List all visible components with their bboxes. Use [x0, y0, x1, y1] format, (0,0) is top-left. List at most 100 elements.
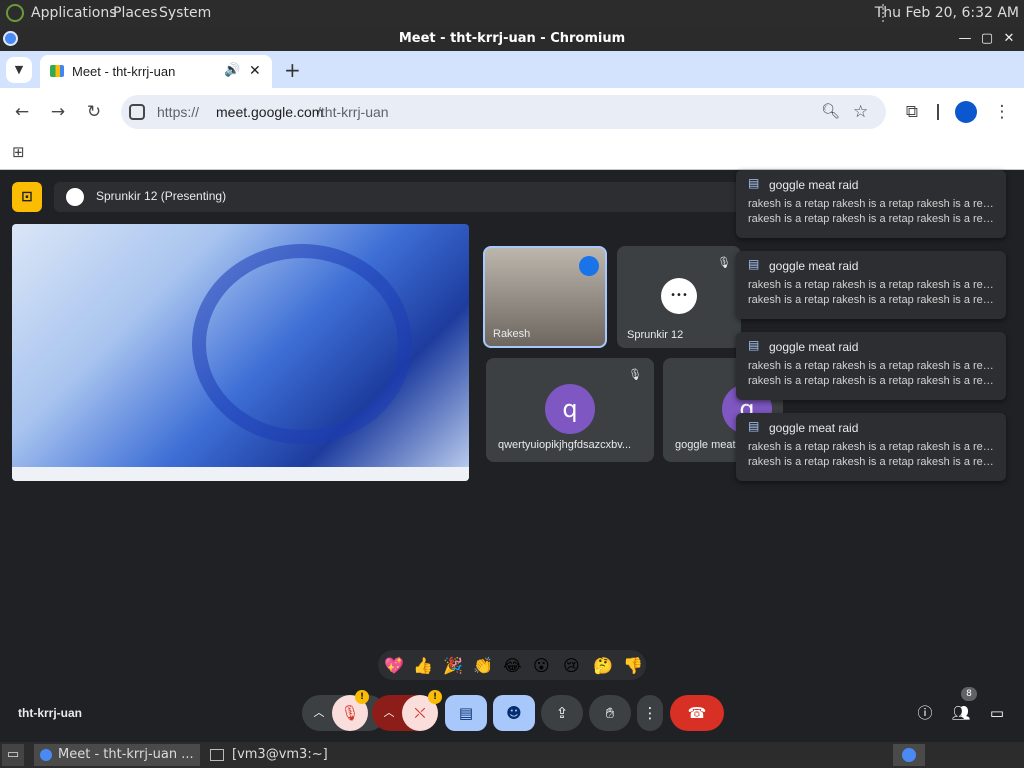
reaction-party[interactable]: 🎉: [443, 656, 463, 675]
presenting-label: Sprunkir 12 (Presenting): [96, 189, 227, 203]
reload-icon[interactable]: ↻: [82, 100, 106, 124]
shared-taskbar: [12, 467, 469, 481]
tab-meet[interactable]: Meet - tht-krrj-uan 🔊 ✕: [40, 55, 272, 88]
speaker-icon[interactable]: 🔊: [224, 62, 240, 78]
tile-qwerty[interactable]: q 🎙︎ qwertyuiopikjhgfdsazcxbv...: [486, 358, 654, 462]
gnome-top-panel: Applications Places System Thu Feb 20, 6…: [0, 0, 1024, 27]
reaction-thumbs-down[interactable]: 👎: [623, 656, 643, 675]
chromium-small-icon: [40, 748, 52, 761]
mic-off-icon: 🎙︎: [628, 368, 642, 381]
more-options-icon[interactable]: ⋮: [637, 695, 663, 731]
gnome-logo-icon[interactable]: [6, 4, 24, 22]
reaction-thinking[interactable]: 🤔: [593, 656, 613, 675]
shared-screen[interactable]: [12, 224, 469, 481]
tile-rakesh[interactable]: Rakesh: [483, 246, 607, 348]
tile-name: Rakesh: [493, 328, 531, 340]
captions-icon[interactable]: ▤: [445, 695, 487, 731]
notif-line: rakesh is a retap rakesh is a retap rake…: [748, 375, 996, 387]
tile-name: Sprunkir 12: [627, 329, 684, 341]
tile-name: qwertyuiopikjhgfdsazcxbv...: [498, 439, 632, 451]
chat-notification[interactable]: ▤ goggle meat raid rakesh is a retap rak…: [736, 251, 1006, 319]
emoji-icon[interactable]: ☻: [493, 695, 535, 731]
notif-line: rakesh is a retap rakesh is a retap rake…: [748, 456, 996, 468]
notif-line: rakesh is a retap rakesh is a retap rake…: [748, 279, 996, 291]
speaking-icon: [579, 256, 599, 276]
site-settings-icon[interactable]: [129, 104, 145, 120]
presenter-avatar: [66, 188, 84, 206]
meet-main: ⊡ Sprunkir 12 (Presenting) Rakesh ••• 🎙︎…: [0, 170, 1024, 742]
reaction-heart[interactable]: 💖: [384, 656, 404, 675]
maximize-icon[interactable]: ▢: [976, 27, 998, 51]
chromium-icon: [3, 31, 18, 46]
tile-name: goggle meat: [675, 439, 736, 451]
menu-kebab-icon[interactable]: ⋮: [990, 100, 1014, 124]
chat-notification[interactable]: ▤ goggle meat raid rakesh is a retap rak…: [736, 170, 1006, 238]
reaction-clap[interactable]: 👏: [473, 656, 493, 675]
mic-options-chevron-icon[interactable]: ︿: [306, 695, 332, 731]
tab-search-icon[interactable]: ▼: [6, 57, 32, 83]
menu-applications[interactable]: Applications: [31, 5, 117, 21]
bookmark-star-icon[interactable]: ☆: [853, 95, 868, 129]
back-icon[interactable]: ←: [10, 100, 34, 124]
taskbar-terminal[interactable]: [vm3@vm3:~]: [206, 744, 376, 766]
layout-icon[interactable]: ⊡: [12, 182, 42, 212]
end-call-icon[interactable]: ☎︎: [670, 695, 724, 731]
gnome-taskbar: ▭ Meet - tht-krrj-uan ... [vm3@vm3:~]: [0, 742, 1024, 768]
forward-icon[interactable]: →: [46, 100, 70, 124]
new-tab-icon[interactable]: +: [284, 58, 301, 82]
tile-sprunkir[interactable]: ••• 🎙︎ Sprunkir 12: [617, 246, 741, 348]
workspace-app-icon: [902, 747, 916, 762]
chat-icon: ▤: [748, 176, 760, 190]
url-host: meet.google.com: [216, 104, 324, 120]
meet-favicon-icon: [50, 65, 64, 77]
notif-line: rakesh is a retap rakesh is a retap rake…: [748, 441, 996, 453]
reaction-thumbs-up[interactable]: 👍: [413, 656, 433, 675]
close-window-icon[interactable]: ✕: [998, 27, 1020, 51]
chat-notification[interactable]: ▤ goggle meat raid rakesh is a retap rak…: [736, 332, 1006, 400]
workspace-switcher-icon[interactable]: [893, 744, 925, 766]
tab-strip: ▼ Meet - tht-krrj-uan 🔊 ✕ +: [0, 51, 1024, 88]
camera-options-chevron-icon[interactable]: ︿: [376, 695, 402, 731]
panel-clock[interactable]: Thu Feb 20, 6:32 AM: [875, 5, 1019, 21]
taskbar-meet[interactable]: Meet - tht-krrj-uan ...: [34, 744, 200, 766]
reaction-laugh[interactable]: 😂: [503, 656, 522, 675]
notif-title: goggle meat raid: [769, 340, 859, 354]
reaction-sad[interactable]: 😢: [563, 656, 580, 675]
notif-line: rakesh is a retap rakesh is a retap rake…: [748, 213, 996, 225]
profile-icon[interactable]: [955, 101, 977, 123]
bookmarks-bar: ⊞: [0, 136, 1024, 170]
notif-line: rakesh is a retap rakesh is a retap rake…: [748, 360, 996, 372]
reaction-surprised[interactable]: 😮: [533, 656, 550, 675]
apps-grid-icon[interactable]: ⊞: [12, 143, 25, 161]
chat-panel-icon[interactable]: ▭: [984, 695, 1010, 731]
notif-title: goggle meat raid: [769, 259, 859, 273]
window-controls: — ▢ ✕: [954, 27, 1020, 51]
warning-icon: !: [355, 690, 369, 704]
extensions-icon[interactable]: ⧉: [900, 100, 924, 124]
mic-off-icon: 🎙︎: [717, 256, 731, 269]
warning-icon: !: [428, 690, 442, 704]
meeting-info-icon[interactable]: ⓘ: [912, 695, 938, 731]
tile-avatar: q: [545, 384, 595, 434]
menu-system[interactable]: System: [159, 5, 211, 21]
toolbar-divider: [937, 104, 939, 120]
url-scheme: https://: [157, 104, 200, 120]
browser-toolbar: ← → ↻ https:// meet.google.com /tht-krrj…: [0, 88, 1024, 136]
notif-title: goggle meat raid: [769, 178, 859, 192]
tile-avatar: •••: [661, 278, 697, 314]
chat-notification[interactable]: ▤ goggle meat raid rakesh is a retap rak…: [736, 413, 1006, 481]
notif-line: rakesh is a retap rakesh is a retap rake…: [748, 294, 996, 306]
address-bar[interactable]: https:// meet.google.com /tht-krrj-uan 🔍…: [121, 95, 886, 129]
close-tab-icon[interactable]: ✕: [249, 62, 261, 79]
raise-hand-icon[interactable]: ✋︎: [589, 695, 631, 731]
chat-icon: ▤: [748, 419, 760, 433]
present-screen-icon[interactable]: ⇪: [541, 695, 583, 731]
window-title: Meet - tht-krrj-uan - Chromium: [0, 27, 1024, 51]
menu-places[interactable]: Places: [113, 5, 158, 21]
notif-line: rakesh is a retap rakesh is a retap rake…: [748, 198, 996, 210]
taskbar-meet-label: Meet - tht-krrj-uan ...: [58, 747, 194, 762]
tab-title: Meet - tht-krrj-uan: [72, 64, 176, 79]
minimize-icon[interactable]: —: [954, 27, 976, 51]
zoom-icon[interactable]: 🔍︎: [821, 95, 840, 129]
show-desktop-icon[interactable]: ▭: [2, 744, 24, 766]
